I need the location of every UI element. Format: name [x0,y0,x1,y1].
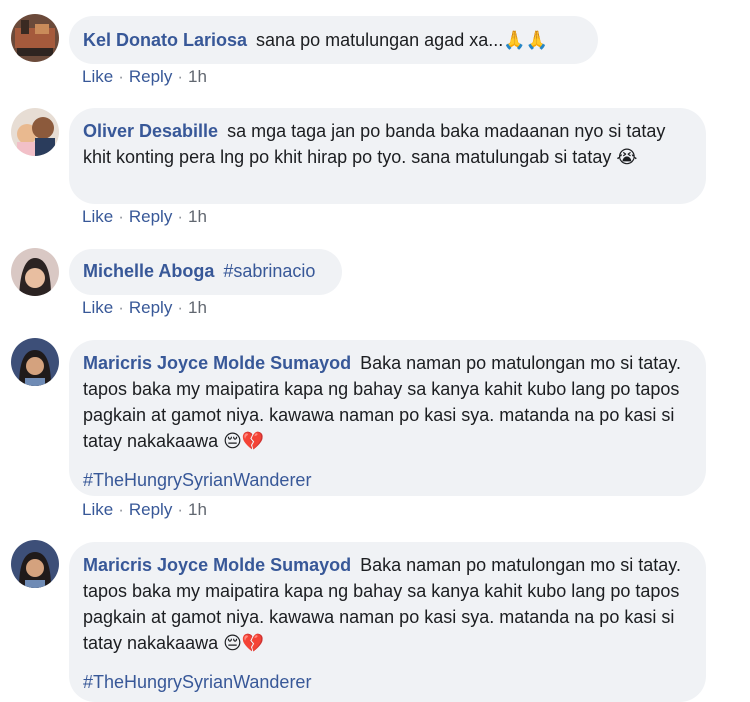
comment-bubble: Maricris Joyce Molde Sumayod Baka naman … [69,340,706,496]
separator: · [118,298,124,317]
avatar[interactable] [11,14,59,62]
comment-emoji: 🙏🙏 [503,30,549,51]
separator: · [177,67,183,86]
avatar-image [11,108,59,156]
avatar-image [11,14,59,62]
hashtag[interactable]: #sabrinacio [223,261,315,281]
comment-bubble: Maricris Joyce Molde Sumayod Baka naman … [69,542,706,702]
comment-actions: Like · Reply · 1h [82,67,207,87]
timestamp[interactable]: 1h [188,500,207,519]
comment-actions: Like · Reply · 1h [82,500,207,520]
avatar[interactable] [11,338,59,386]
comment-emoji: 😭 [616,147,638,168]
reply-link[interactable]: Reply [129,207,172,226]
comment-author[interactable]: Maricris Joyce Molde Sumayod [83,353,351,373]
comment-bubble: Oliver Desabille sa mga taga jan po band… [69,108,706,204]
like-link[interactable]: Like [82,298,113,317]
hashtag[interactable]: #TheHungrySyrianWanderer [83,467,692,493]
reply-link[interactable]: Reply [129,500,172,519]
comment-emoji: 😔💔 [223,633,265,654]
comment-bubble: Michelle Aboga #sabrinacio [69,249,342,295]
timestamp[interactable]: 1h [188,207,207,226]
timestamp[interactable]: 1h [188,67,207,86]
hashtag[interactable]: #TheHungrySyrianWanderer [83,669,692,695]
comment-actions: Like · Reply · 1h [82,298,207,318]
like-link[interactable]: Like [82,500,113,519]
separator: · [177,500,183,519]
comment-actions: Like · Reply · 1h [82,207,207,227]
avatar[interactable] [11,108,59,156]
reply-link[interactable]: Reply [129,67,172,86]
avatar-image [11,338,59,386]
separator: · [177,207,183,226]
like-link[interactable]: Like [82,207,113,226]
comment-text: sana po matulungan agad xa... [256,30,504,50]
comment-bubble: Kel Donato Lariosa sana po matulungan ag… [69,16,598,64]
comment-author[interactable]: Kel Donato Lariosa [83,30,247,50]
avatar-image [11,540,59,588]
timestamp[interactable]: 1h [188,298,207,317]
comment-author[interactable]: Oliver Desabille [83,121,218,141]
avatar-image [11,248,59,296]
avatar[interactable] [11,248,59,296]
separator: · [177,298,183,317]
comment-author[interactable]: Michelle Aboga [83,261,214,281]
separator: · [118,207,124,226]
separator: · [118,67,124,86]
comment-author[interactable]: Maricris Joyce Molde Sumayod [83,555,351,575]
separator: · [118,500,124,519]
avatar[interactable] [11,540,59,588]
like-link[interactable]: Like [82,67,113,86]
comment-emoji: 😔💔 [223,431,265,452]
reply-link[interactable]: Reply [129,298,172,317]
